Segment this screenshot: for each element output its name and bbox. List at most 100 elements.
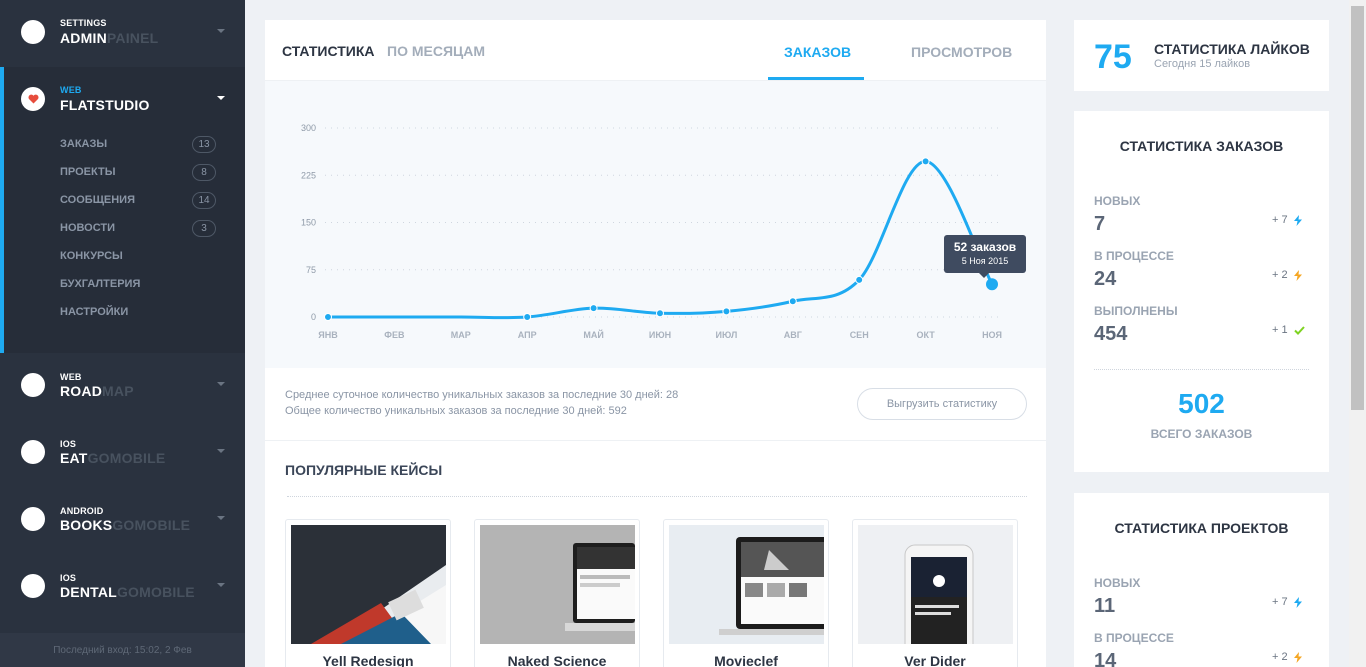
data-point: [324, 313, 332, 321]
x-tick-label: ФЕВ: [384, 330, 405, 340]
export-stats-button[interactable]: Выгрузить статистику: [857, 388, 1027, 420]
project-name: ADMINPAINEL: [60, 30, 158, 46]
tab-views[interactable]: ПРОСМОТРОВ: [911, 44, 1012, 60]
projects-stats-title: СТАТИСТИКА ПРОЕКТОВ: [1114, 520, 1289, 536]
sidebar-project-roadmap[interactable]: WEB ROADMAP: [0, 353, 245, 420]
data-point: [589, 304, 598, 313]
case-card[interactable]: Movieclef: [663, 519, 829, 667]
submenu-item-messages[interactable]: СООБЩЕНИЯ 14: [60, 191, 216, 209]
submenu-item-projects[interactable]: ПРОЕКТЫ 8: [60, 163, 216, 181]
project-name-bold: EAT: [60, 450, 88, 466]
x-tick-label: ИЮН: [649, 330, 671, 340]
project-avatar-icon: [21, 507, 45, 531]
series-line: [328, 159, 994, 320]
orders-total-value: 502: [1178, 388, 1225, 419]
project-name-bold: ROAD: [60, 383, 103, 399]
stat-value: 7: [1094, 213, 1106, 235]
case-title: Movieclef: [714, 653, 778, 667]
stat-label: В ПРОЦЕССЕ: [1094, 631, 1174, 645]
chevron-down-icon[interactable]: [217, 382, 225, 386]
submenu-item-news[interactable]: НОВОСТИ 3: [60, 219, 216, 237]
stat-delta-text: + 2: [1272, 269, 1288, 281]
project-name-bold: ADMIN: [60, 30, 107, 46]
stat-delta-text: + 7: [1272, 214, 1288, 226]
stat-delta: + 7: [1272, 596, 1302, 608]
tooltip-date: 5 Ноя 2015: [961, 256, 1009, 266]
submenu-label: ПРОЕКТЫ: [60, 166, 116, 178]
case-card[interactable]: Naked Science: [474, 519, 640, 667]
project-avatar-icon: [21, 20, 45, 44]
stat-delta-text: + 2: [1272, 651, 1288, 663]
sidebar-project-flatstudio[interactable]: WEB FLATSTUDIO ЗАКАЗЫ 13 ПРОЕКТЫ 8 СООБЩЕН…: [0, 67, 245, 353]
case-card[interactable]: Ver Dider: [852, 519, 1018, 667]
heart-icon: [21, 87, 45, 111]
chevron-down-icon[interactable]: [217, 516, 225, 520]
active-indicator: [0, 67, 4, 353]
project-name-dim: PAINEL: [106, 30, 159, 46]
lightning-icon: [1293, 214, 1302, 226]
main-panel: СТАТИСТИКА ПО МЕСЯЦАМ ЗАКАЗОВ ПРОСМОТРОВ…: [265, 20, 1046, 667]
count-badge: 3: [192, 219, 216, 237]
stat-delta-text: + 1: [1272, 324, 1288, 336]
chevron-down-icon[interactable]: [217, 96, 225, 100]
stat-label: ВЫПОЛНЕНЫ: [1094, 304, 1178, 318]
scrollbar-thumb[interactable]: [1351, 6, 1364, 410]
submenu-item-orders[interactable]: ЗАКАЗЫ 13: [60, 135, 216, 153]
y-tick-label: 0: [311, 312, 316, 322]
data-point: [788, 297, 797, 306]
chevron-down-icon[interactable]: [217, 449, 225, 453]
sidebar-project-dentalgomobile[interactable]: IOS DENTALGOMOBILE: [0, 554, 245, 621]
submenu-label: ЗАКАЗЫ: [60, 138, 108, 150]
tab-orders[interactable]: ЗАКАЗОВ: [784, 44, 851, 60]
case-card[interactable]: Yell Redesign: [285, 519, 451, 667]
count-badge: 8: [192, 163, 216, 181]
submenu-item-contests[interactable]: КОНКУРСЫ: [60, 247, 216, 265]
project-prefix: WEB: [60, 85, 82, 95]
chevron-down-icon[interactable]: [217, 29, 225, 33]
chart-svg: 0 75 150 225 300 ЯНВ ФЕВ МАР АПР МАЙ ИЮН ИЮЛ АВГ СЕН О…: [301, 123, 1002, 340]
project-avatar-icon: [21, 574, 45, 598]
tab-statistics[interactable]: СТАТИСТИКА: [282, 43, 375, 59]
stat-value: 454: [1094, 323, 1128, 345]
sidebar-project-eatgomobile[interactable]: IOS EATGOMOBILE: [0, 420, 245, 487]
tooltip-title: 52 заказов: [953, 240, 1017, 254]
submenu-label: НАСТРОЙКИ: [60, 306, 129, 318]
data-point: [986, 278, 998, 291]
project-prefix: IOS: [60, 573, 77, 583]
likes-title: СТАТИСТИКА ЛАЙКОВ: [1154, 41, 1310, 57]
project-name: DENTALGOMOBILE: [60, 584, 195, 600]
sidebar-project-booksgomobile[interactable]: ANDROID BOOKSGOMOBILE: [0, 487, 245, 554]
project-name-dim: GOMOBILE: [112, 517, 191, 533]
likes-subtitle: Сегодня 15 лайков: [1154, 58, 1251, 70]
tab-by-month[interactable]: ПО МЕСЯЦАМ: [387, 43, 485, 59]
data-point: [855, 275, 864, 284]
submenu-item-accounting[interactable]: БУХГАЛТЕРИЯ: [60, 275, 216, 293]
case-title: Naked Science: [507, 653, 607, 667]
project-name: FLATSTUDIO: [60, 97, 150, 113]
lightning-icon: [1293, 596, 1302, 608]
y-tick-label: 300: [301, 123, 316, 133]
info-total: Общее количество уникальных заказов за п…: [285, 405, 627, 417]
chevron-down-icon[interactable]: [217, 583, 225, 587]
projects-stats-card: СТАТИСТИКА ПРОЕКТОВ НОВЫХ 11 + 7 В ПРОЦЕ…: [1074, 493, 1329, 667]
stat-value: 24: [1094, 268, 1117, 290]
orders-stats-title: СТАТИСТИКА ЗАКАЗОВ: [1119, 138, 1284, 154]
submenu-label: БУХГАЛТЕРИЯ: [60, 278, 141, 290]
case-thumbnail: [669, 525, 824, 644]
stat-label: НОВЫХ: [1094, 194, 1141, 208]
tab-orders-underline: [768, 77, 864, 80]
submenu-item-settings[interactable]: НАСТРОЙКИ: [60, 303, 216, 321]
dotted-divider: [1094, 369, 1309, 370]
orders-total-label: ВСЕГО ЗАКАЗОВ: [1150, 427, 1253, 441]
project-prefix: SETTINGS: [60, 18, 107, 28]
case-thumbnail: [480, 525, 635, 644]
sidebar-project-admin[interactable]: SETTINGS ADMINPAINEL: [0, 0, 245, 67]
project-avatar-icon: [21, 373, 45, 397]
project-name-bold: DENTAL: [60, 584, 117, 600]
stat-delta: + 2: [1272, 651, 1302, 663]
tabs-row: СТАТИСТИКА ПО МЕСЯЦАМ ЗАКАЗОВ ПРОСМОТРОВ: [265, 20, 1046, 81]
divider: [265, 440, 1046, 441]
stat-delta-text: + 7: [1272, 596, 1288, 608]
x-tick-label: МАР: [451, 330, 471, 340]
x-tick-label: НОЯ: [982, 330, 1002, 340]
